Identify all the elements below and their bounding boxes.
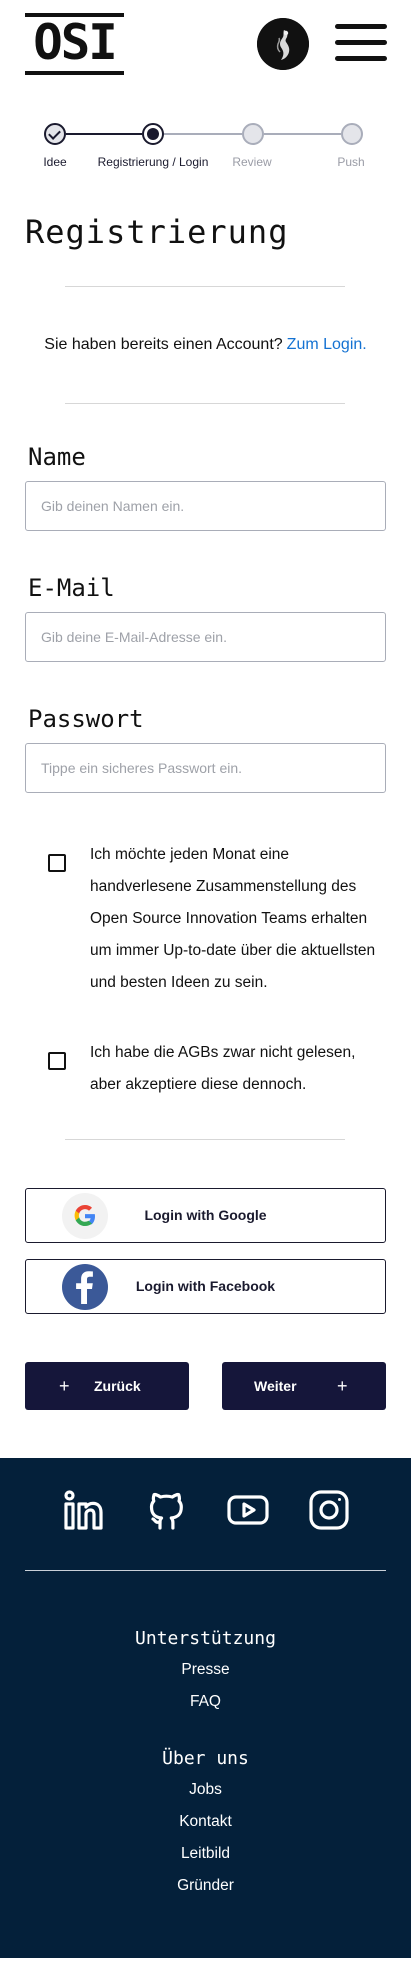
step-push-label: Push xyxy=(337,155,365,169)
footer-link-faq[interactable]: FAQ xyxy=(0,1693,411,1711)
facebook-login-label: Login with Facebook xyxy=(135,1278,276,1294)
step-connector-2 xyxy=(164,133,242,135)
hamburger-menu-icon[interactable] xyxy=(335,24,387,62)
avatar[interactable] xyxy=(257,18,309,70)
newsletter-text: Ich möchte jeden Monat eine handverlesen… xyxy=(90,846,376,991)
agb-text: Ich habe die AGBs zwar nicht gelesen, ab… xyxy=(90,1044,356,1093)
agb-checkbox[interactable] xyxy=(48,1052,66,1070)
footer-link-kontakt[interactable]: Kontakt xyxy=(0,1813,411,1831)
avatar-image xyxy=(257,18,309,70)
step-review-label: Review xyxy=(232,155,272,169)
step-idee-indicator[interactable] xyxy=(44,123,66,145)
step-review-indicator[interactable] xyxy=(242,123,264,145)
footer-heading-about: Über uns xyxy=(162,1748,249,1769)
footer-link-jobs[interactable]: Jobs xyxy=(0,1781,411,1799)
footer-link-leitbild[interactable]: Leitbild xyxy=(0,1845,411,1863)
google-login-label: Login with Google xyxy=(144,1207,267,1223)
social-links xyxy=(0,1488,411,1532)
email-label: E-Mail xyxy=(28,574,115,602)
logo-bar-bottom xyxy=(25,71,124,75)
back-button-label: Zurück xyxy=(94,1378,141,1394)
name-input[interactable] xyxy=(25,481,386,531)
login-hint: Sie haben bereits einen Account? Zum Log… xyxy=(0,287,411,403)
google-login-button[interactable]: Login with Google xyxy=(25,1188,386,1243)
plus-icon: + xyxy=(337,1376,348,1396)
logo-text: OSI xyxy=(33,14,118,71)
linkedin-icon[interactable] xyxy=(62,1488,106,1532)
password-label: Passwort xyxy=(28,705,144,733)
back-button[interactable]: + Zurück xyxy=(25,1362,189,1410)
step-connector-3 xyxy=(264,133,341,135)
header: OSI xyxy=(0,0,411,98)
page-title: Registrierung xyxy=(25,213,289,251)
progress-stepper: Idee Registrierung / Login Review Push xyxy=(0,98,411,174)
login-hint-text: Sie haben bereits einen Account? xyxy=(44,336,283,353)
facebook-login-button[interactable]: Login with Facebook xyxy=(25,1259,386,1314)
agb-option: Ich habe die AGBs zwar nicht gelesen, ab… xyxy=(48,1037,388,1101)
step-connector-1 xyxy=(66,133,142,135)
name-label: Name xyxy=(28,443,86,471)
step-registrierung-label: Registrierung / Login xyxy=(97,155,209,169)
instagram-icon[interactable] xyxy=(307,1488,351,1532)
newsletter-option: Ich möchte jeden Monat eine handverlesen… xyxy=(48,839,388,999)
email-input[interactable] xyxy=(25,612,386,662)
wizard-navigation: + Zurück Weiter + xyxy=(0,1362,411,1410)
newsletter-checkbox[interactable] xyxy=(48,854,66,872)
footer-link-presse[interactable]: Presse xyxy=(0,1661,411,1679)
step-push-indicator[interactable] xyxy=(341,123,363,145)
footer-heading-support: Unterstützung xyxy=(135,1628,276,1649)
password-input[interactable] xyxy=(25,743,386,793)
plus-icon: + xyxy=(59,1376,70,1396)
step-registrierung-indicator[interactable] xyxy=(142,123,164,145)
footer-divider xyxy=(25,1570,386,1571)
footer-link-gruender[interactable]: Gründer xyxy=(0,1877,411,1895)
footer: Unterstützung Presse FAQ Über uns Jobs K… xyxy=(0,1458,411,1958)
osi-logo[interactable]: OSI xyxy=(25,13,124,75)
step-idee-label: Idee xyxy=(43,155,67,169)
next-button[interactable]: Weiter + xyxy=(222,1362,386,1410)
login-link[interactable]: Zum Login. xyxy=(287,336,367,354)
github-icon[interactable] xyxy=(144,1488,188,1532)
next-button-label: Weiter xyxy=(254,1378,297,1394)
youtube-icon[interactable] xyxy=(226,1488,270,1532)
